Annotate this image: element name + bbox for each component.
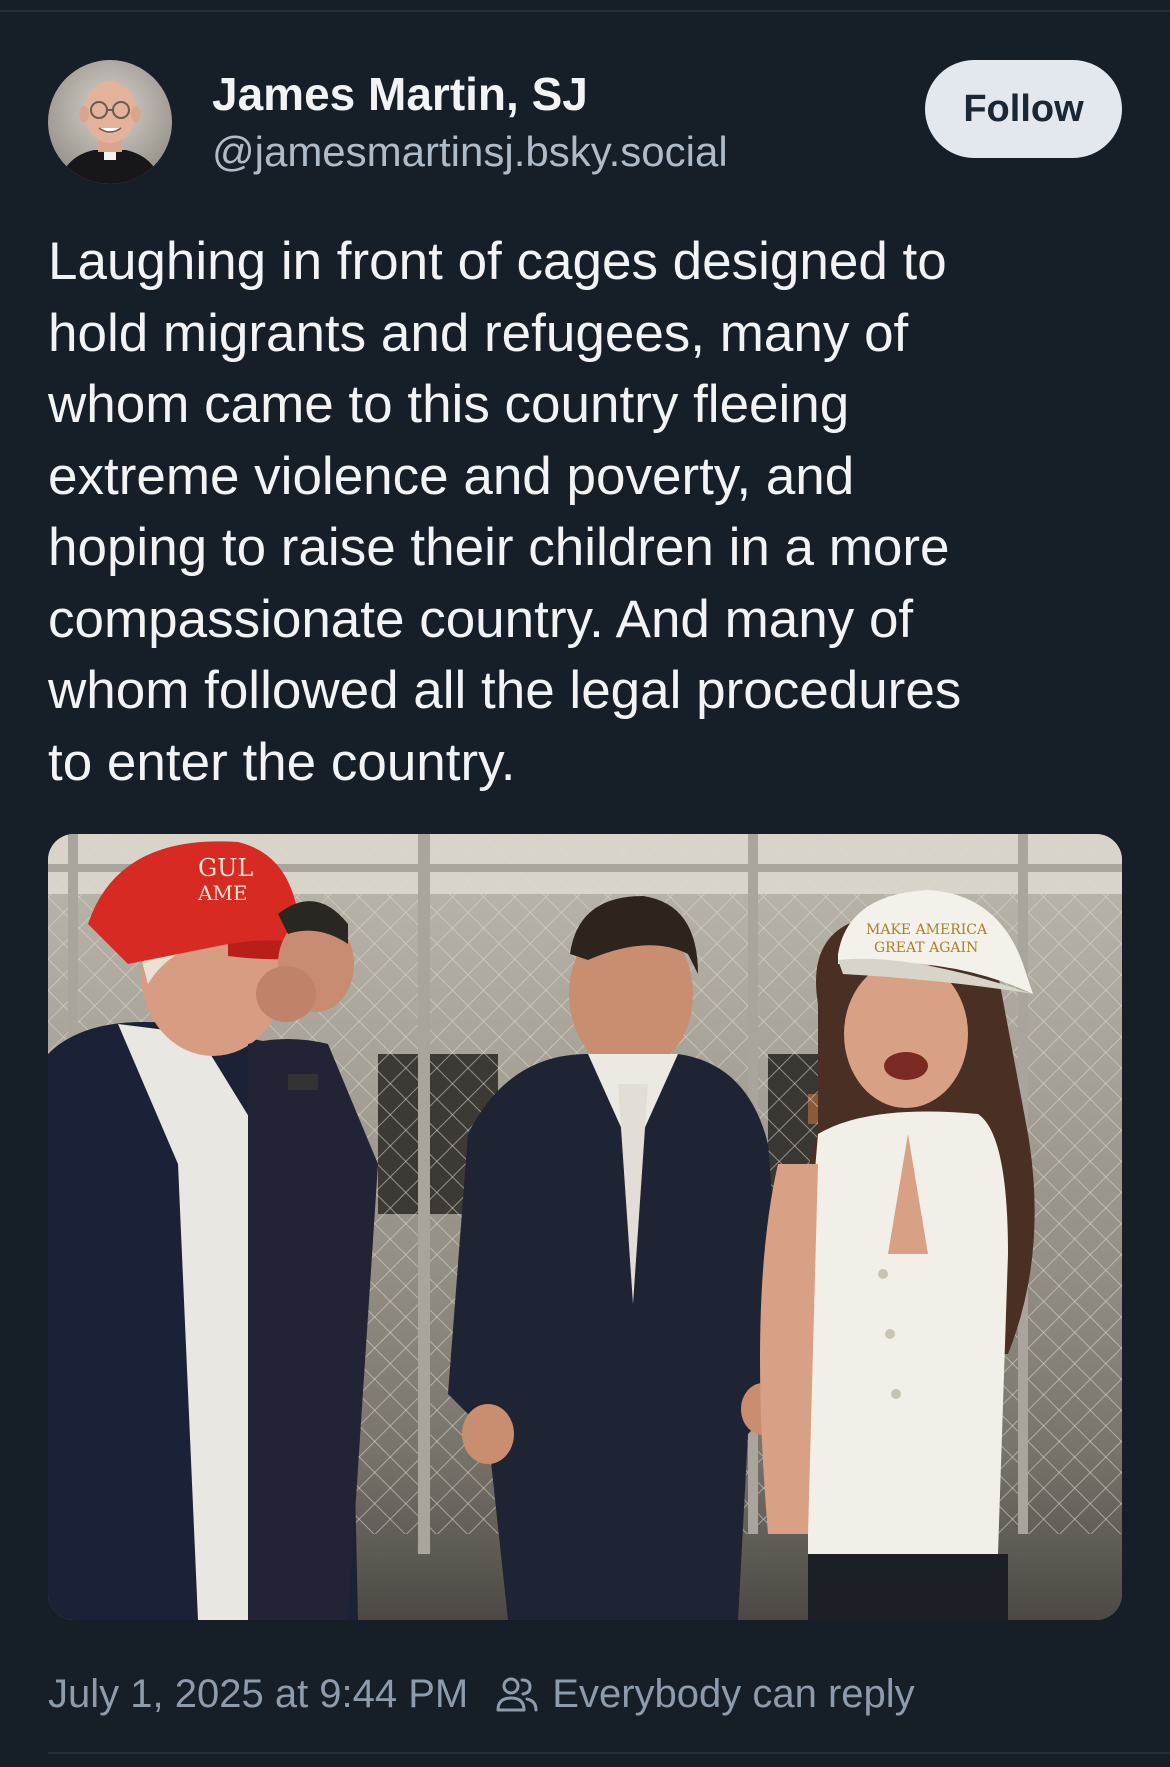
post-text-line: to enter the country. xyxy=(48,732,516,792)
post-text-line: compassionate country. And many of xyxy=(48,589,914,649)
author-handle[interactable]: @jamesmartinsj.bsky.social xyxy=(212,122,728,182)
bottom-divider xyxy=(48,1752,1170,1754)
post-image[interactable]: GUL AME MAKE AMERICA GREAT AGAIN xyxy=(48,834,1122,1620)
post-text: Laughing in front of cages designed to h… xyxy=(48,226,1128,798)
post-text-line: hold migrants and refugees, many of xyxy=(48,303,909,363)
hat-white-text-line2: GREAT AGAIN xyxy=(874,940,978,956)
author-name[interactable]: James Martin, SJ xyxy=(212,66,728,122)
top-divider xyxy=(0,10,1170,12)
author-info: James Martin, SJ @jamesmartinsj.bsky.soc… xyxy=(212,66,728,182)
post-text-line: whom followed all the legal procedures xyxy=(48,661,962,720)
post-text-line: hoping to raise their children in a more xyxy=(48,518,950,577)
post-text-line: extreme violence and poverty, and xyxy=(48,446,855,506)
post-text-line: whom came to this country fleeing xyxy=(48,375,850,434)
people-icon xyxy=(496,1674,538,1714)
post-timestamp[interactable]: July 1, 2025 at 9:44 PM xyxy=(48,1672,468,1717)
hat-red-text-line2: AME xyxy=(197,881,248,905)
hat-red-text-line1: GUL xyxy=(198,854,253,882)
post-footer: July 1, 2025 at 9:44 PM Everybody can re… xyxy=(48,1666,915,1722)
hat-white-text-line1: MAKE AMERICA xyxy=(866,922,988,938)
follow-button[interactable]: Follow xyxy=(925,60,1122,158)
reply-setting: Everybody can reply xyxy=(552,1671,915,1716)
post-text-line: Laughing in front of cages designed to xyxy=(48,232,947,291)
author-avatar[interactable] xyxy=(48,60,172,184)
